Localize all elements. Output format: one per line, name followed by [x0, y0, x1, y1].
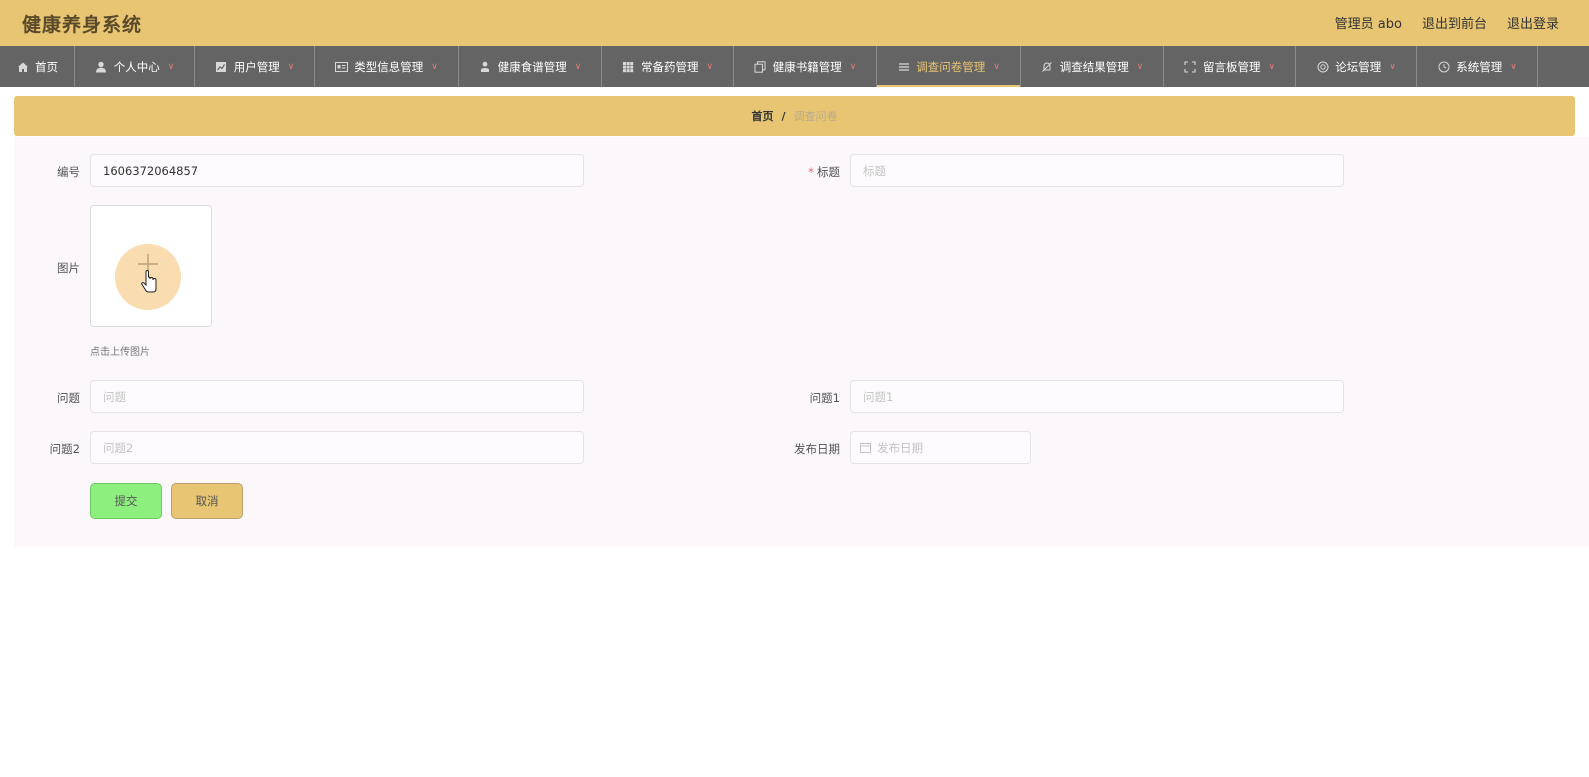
question1-input[interactable]: 问题1 [850, 380, 1344, 413]
title-input[interactable]: 标题 [850, 154, 1344, 187]
upload-area-circle[interactable] [115, 244, 181, 310]
number-label: 编号 [57, 165, 80, 179]
nav-item-message-board[interactable]: 留言板管理 ∨ [1164, 46, 1296, 87]
app-title: 健康养身系统 [22, 14, 143, 36]
calendar-icon [860, 442, 871, 453]
chevron-down-icon: ∨ [1510, 61, 1517, 72]
person-icon [479, 60, 492, 73]
question-input[interactable]: 问题 [90, 380, 584, 413]
chevron-down-icon: ∨ [993, 61, 1000, 72]
home-icon [16, 60, 29, 73]
exit-front-link[interactable]: 退出到前台 [1422, 13, 1487, 32]
image-upload[interactable] [90, 205, 212, 327]
nav-item-recipe[interactable]: 健康食谱管理 ∨ [459, 46, 602, 87]
fullscreen-icon [1184, 60, 1197, 73]
nav-label: 用户管理 [233, 59, 280, 74]
title-label: * 标题 [770, 164, 840, 180]
nav-label: 论坛管理 [1335, 59, 1382, 74]
questionnaire-form: 编号 1606372064857 * 标题 标题 图片 点击上传图片 问题 问题 … [14, 137, 1589, 547]
chevron-down-icon: ∨ [849, 61, 857, 72]
date-picker[interactable]: 发布日期 [850, 431, 1031, 464]
nav-label: 健康书籍管理 [772, 59, 842, 74]
logout-link[interactable]: 退出登录 [1507, 13, 1559, 32]
id-card-icon [335, 60, 349, 73]
nav-label: 留言板管理 [1202, 59, 1261, 74]
support-icon [1316, 60, 1329, 73]
nav-label: 首页 [35, 59, 58, 74]
cancel-button[interactable]: 取消 [171, 483, 243, 519]
main-nav: 首页 个人中心 ∨ 用户管理 ∨ 类型信息管理 ∨ 健康食谱管理 ∨ 常备药管理… [0, 46, 1589, 87]
nav-label: 调查结果管理 [1059, 59, 1129, 74]
date-label: 发布日期 [794, 442, 840, 456]
header-actions: 管理员 abo 退出到前台 退出登录 [1335, 13, 1559, 32]
nav-item-books[interactable]: 健康书籍管理 ∨ [734, 46, 877, 87]
nav-item-personal-center[interactable]: 个人中心 ∨ [75, 46, 195, 87]
top-header: 健康养身系统 管理员 abo 退出到前台 退出登录 [0, 0, 1589, 46]
required-marker: * [808, 165, 814, 179]
breadcrumb-current: 调查问卷 [793, 110, 838, 123]
list-icon [897, 60, 910, 73]
grid-icon [622, 60, 635, 73]
admin-label: 管理员 abo [1334, 17, 1402, 32]
chevron-down-icon: ∨ [706, 61, 714, 72]
nav-label: 系统管理 [1456, 59, 1503, 74]
breadcrumb-home[interactable]: 首页 [751, 108, 773, 124]
chevron-down-icon: ∨ [431, 61, 438, 72]
chevron-down-icon: ∨ [1389, 61, 1396, 72]
plus-icon [138, 254, 158, 293]
submit-button[interactable]: 提交 [90, 483, 162, 519]
number-input[interactable]: 1606372064857 [90, 154, 584, 187]
copy-icon [754, 60, 767, 73]
nav-label: 类型信息管理 [354, 59, 424, 74]
breadcrumb: 首页 / 调查问卷 [14, 96, 1575, 136]
nav-item-system[interactable]: 系统管理 ∨ [1417, 46, 1538, 87]
nav-label: 调查问卷管理 [916, 59, 986, 74]
nav-label: 常备药管理 [640, 59, 699, 74]
chevron-down-icon: ∨ [1136, 61, 1144, 72]
nav-item-forum[interactable]: 论坛管理 ∨ [1296, 46, 1417, 87]
chart-icon [215, 60, 228, 73]
date-placeholder: 发布日期 [877, 440, 923, 455]
nav-label: 健康食谱管理 [497, 59, 567, 74]
nav-item-home[interactable]: 首页 [0, 46, 75, 87]
user-icon [95, 60, 108, 73]
image-label: 图片 [57, 261, 80, 275]
clock-icon [1437, 60, 1450, 73]
nav-item-questionnaire[interactable]: 调查问卷管理 ∨ [877, 46, 1021, 87]
upload-hint: 点击上传图片 [90, 347, 150, 358]
question2-label: 问题2 [49, 442, 80, 456]
nav-item-results[interactable]: 调查结果管理 ∨ [1021, 46, 1164, 87]
bell-off-icon [1041, 60, 1054, 73]
nav-item-medicine[interactable]: 常备药管理 ∨ [602, 46, 734, 87]
nav-label: 个人中心 [113, 59, 160, 74]
question2-input[interactable]: 问题2 [90, 431, 584, 464]
question1-label: 问题1 [809, 391, 840, 405]
breadcrumb-separator: / [781, 109, 786, 123]
nav-item-type-info[interactable]: 类型信息管理 ∨ [315, 46, 459, 87]
chevron-down-icon: ∨ [1268, 61, 1276, 72]
title-label-text: 标题 [817, 165, 840, 179]
question-label: 问题 [57, 391, 80, 405]
nav-item-user-management[interactable]: 用户管理 ∨ [195, 46, 315, 87]
chevron-down-icon: ∨ [574, 61, 582, 72]
chevron-down-icon: ∨ [287, 61, 295, 72]
chevron-down-icon: ∨ [167, 61, 175, 72]
